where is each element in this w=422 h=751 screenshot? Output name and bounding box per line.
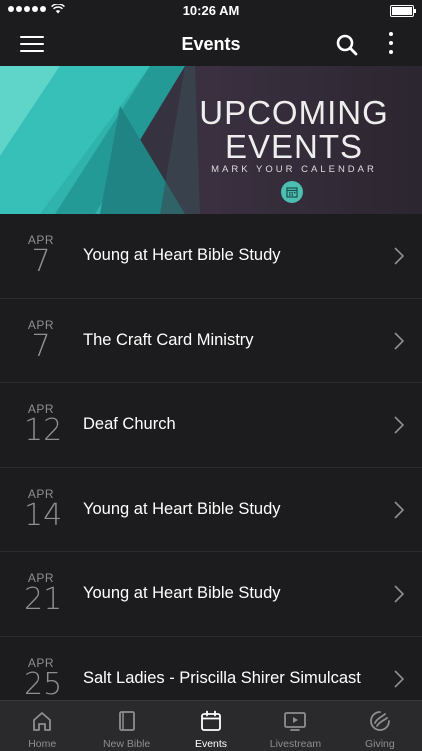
event-row[interactable]: APR 7 Young at Heart Bible Study [0, 214, 422, 299]
event-day: 7 [31, 244, 51, 279]
event-title: Young at Heart Bible Study [83, 499, 281, 518]
book-icon [118, 711, 135, 731]
status-bar: 10:26 AM [0, 0, 422, 22]
tab-label: Giving [364, 738, 395, 750]
tab-new-bible[interactable]: New Bible [84, 701, 168, 751]
event-day: 21 [24, 582, 63, 617]
event-day: 12 [24, 413, 63, 448]
tab-label: Livestream [269, 738, 322, 750]
event-title: The Craft Card Ministry [83, 330, 254, 349]
event-day: 14 [24, 497, 63, 533]
tab-label: Home [28, 738, 57, 750]
chevron-right-icon [394, 416, 404, 434]
chevron-right-icon [394, 500, 404, 519]
banner-heading-line2: EVENTS [224, 128, 364, 165]
calendar-badge-icon [281, 181, 303, 203]
banner-subtitle: MARK YOUR CALENDAR [211, 164, 377, 175]
battery-icon [390, 5, 416, 17]
event-row[interactable]: APR 12 Deaf Church [0, 383, 422, 468]
event-title: Young at Heart Bible Study [83, 246, 281, 264]
banner-heading-line1: UPCOMING [199, 94, 389, 131]
tab-events[interactable]: Events [169, 701, 253, 751]
giving-icon [369, 711, 390, 731]
search-icon[interactable] [336, 34, 358, 56]
tab-livestream[interactable]: Livestream [253, 701, 337, 751]
event-title: Young at Heart Bible Study [83, 584, 281, 602]
event-row[interactable]: APR 7 The Craft Card Ministry [0, 298, 422, 383]
calendar-icon [201, 710, 221, 731]
chevron-right-icon [394, 247, 404, 265]
events-banner: UPCOMING EVENTS MARK YOUR CALENDAR [0, 66, 422, 214]
event-day: 7 [31, 328, 51, 364]
tab-bar: Home New Bible Events Livestream Giving [0, 700, 422, 751]
chevron-right-icon [394, 331, 404, 350]
chevron-right-icon [394, 585, 404, 603]
video-icon [284, 712, 307, 731]
nav-bar: Events [0, 22, 422, 66]
event-title: Salt Ladies - Priscilla Shirer Simulcast [83, 668, 361, 687]
tab-giving[interactable]: Giving [338, 701, 422, 751]
page-title: Events [181, 34, 241, 54]
event-list: APR 7 Young at Heart Bible Study APR 7 T… [0, 214, 422, 700]
tab-home[interactable]: Home [0, 701, 84, 751]
tab-label: Events [194, 738, 228, 750]
event-row[interactable]: APR 25 Salt Ladies - Priscilla Shirer Si… [0, 636, 422, 701]
more-options-icon[interactable] [388, 32, 394, 56]
event-row[interactable]: APR 21 Young at Heart Bible Study [0, 552, 422, 637]
event-day: 25 [24, 666, 63, 701]
event-row[interactable]: APR 14 Young at Heart Bible Study [0, 467, 422, 552]
tab-label: New Bible [102, 738, 151, 750]
chevron-right-icon [394, 669, 404, 688]
event-title: Deaf Church [83, 415, 176, 433]
status-time: 10:26 AM [182, 3, 240, 18]
home-icon [33, 712, 52, 731]
